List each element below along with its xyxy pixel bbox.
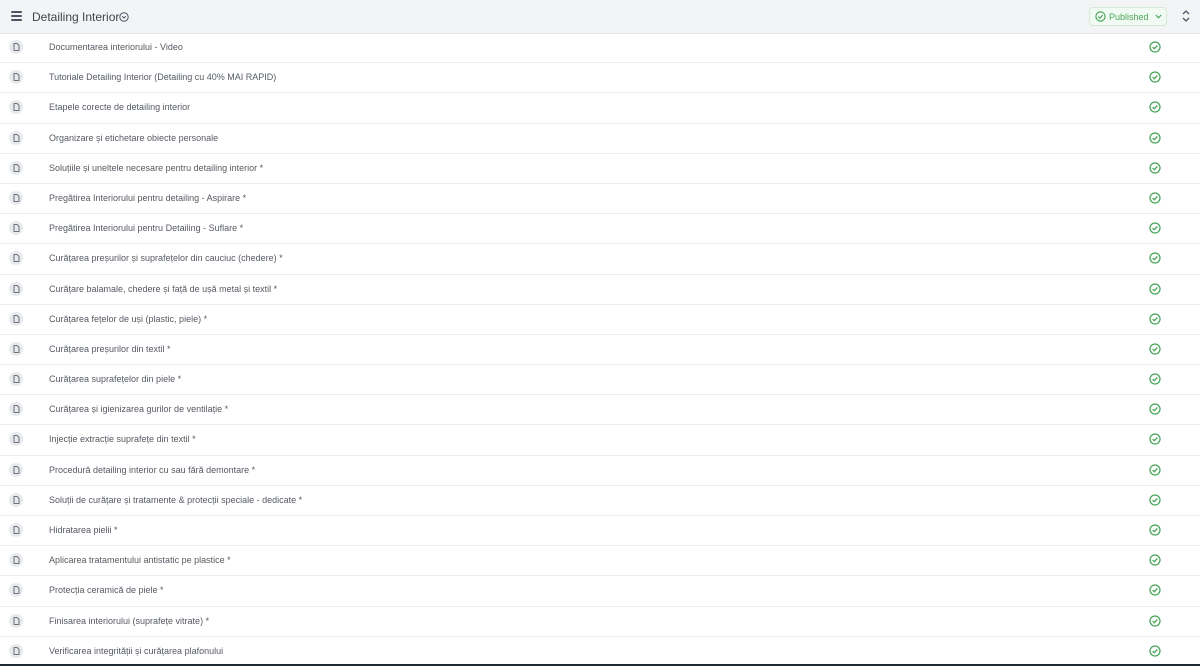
published-check-icon [1149,433,1161,446]
document-icon [9,583,23,598]
lesson-title: Hidratarea pielii * [49,525,118,535]
published-check-icon [1149,343,1161,355]
lesson-title: Etapele corecte de detailing interior [49,102,191,113]
lesson-row[interactable]: Pregătirea Interiorului pentru Detailing… [0,214,1200,245]
published-check-icon [1149,584,1161,597]
lesson-title: Documentarea interiorului - Video [49,42,183,52]
document-icon [9,70,23,85]
published-check-icon [1149,373,1161,385]
lesson-row[interactable]: Documentarea interiorului - Video [0,33,1200,64]
lesson-row[interactable]: Injecție extracție suprafețe din textil … [0,425,1200,456]
document-icon [9,130,23,145]
document-icon [9,160,23,175]
lesson-row[interactable]: Pregătirea Interiorului pentru detailing… [0,184,1200,215]
document-icon [9,40,23,54]
published-check-icon [1149,645,1161,657]
lesson-row[interactable]: Curățarea fețelor de uși (plastic, piele… [0,305,1200,335]
document-icon [9,190,23,205]
lesson-row[interactable]: Curățare balamale, chedere și față de uș… [0,275,1200,305]
check-circle-icon [1095,11,1106,22]
lesson-row[interactable]: Hidratarea pielii * [0,516,1200,547]
lesson-row[interactable]: Curățarea preșurilor și suprafețelor din… [0,244,1200,275]
lesson-row[interactable]: Aplicarea tratamentului antistatic pe pl… [0,546,1200,577]
lesson-list: Documentarea interiorului - Video Tutoria… [0,33,1200,666]
lesson-title: Finisarea interiorului (suprafețe vitrat… [49,615,210,626]
lesson-title: Curățarea fețelor de uși (plastic, piele… [49,313,208,324]
section-title[interactable]: Detailing Interior [32,10,119,24]
document-icon [9,492,23,507]
lesson-title: Organizare și etichetare obiecte persona… [49,132,219,143]
lesson-row[interactable]: Etapele corecte de detailing interior [0,93,1200,124]
lesson-title: Curățarea și igienizarea gurilor de vent… [49,404,229,415]
lesson-row[interactable]: Soluțiile și uneltele necesare pentru de… [0,154,1200,184]
lesson-title: Curățarea preșurilor și suprafețelor din… [49,253,283,264]
published-check-icon [1149,494,1161,506]
lesson-row[interactable]: Curățarea suprafețelor din piele * [0,365,1200,396]
lesson-title: Procedură detailing interior cu sau fără… [49,464,256,475]
lesson-title: Curățarea suprafețelor din piele * [49,374,182,385]
document-icon [9,523,23,537]
document-icon [9,402,23,417]
published-check-icon [1149,131,1161,144]
chevron-up-down-icon[interactable] [1182,9,1190,23]
lesson-title: Curățare balamale, chedere și față de uș… [49,283,278,294]
chevron-down-icon [1154,14,1162,19]
published-check-icon [1149,41,1161,53]
document-icon [9,553,23,568]
document-icon [9,281,23,296]
published-check-icon [1149,162,1161,174]
published-check-icon [1149,614,1161,627]
lesson-title: Soluțiile și uneltele necesare pentru de… [49,162,264,173]
document-icon [9,341,23,356]
lesson-title: Soluții de curățare și tratamente & prot… [49,494,303,505]
lesson-title: Tutoriale Detailing Interior (Detailing … [49,72,277,83]
lesson-title: Verificarea integrității și curățarea pl… [49,645,224,656]
lesson-row[interactable]: Curățarea preșurilor din textil * [0,335,1200,366]
lesson-row[interactable]: Organizare și etichetare obiecte persona… [0,124,1200,154]
published-check-icon [1149,101,1161,114]
document-icon [9,613,23,628]
circle-chevron-down-icon[interactable] [119,12,129,22]
lesson-row[interactable]: Tutoriale Detailing Interior (Detailing … [0,63,1200,94]
lesson-row[interactable]: Curățarea și igienizarea gurilor de vent… [0,395,1200,426]
published-check-icon [1149,282,1161,295]
document-icon [9,311,23,326]
lesson-row[interactable]: Soluții de curățare și tratamente & prot… [0,486,1200,516]
published-check-icon [1149,524,1161,536]
published-check-icon [1149,463,1161,476]
lesson-title: Protecția ceramică de piele * [49,585,164,596]
published-check-icon [1149,252,1161,264]
published-check-icon [1149,192,1161,204]
section-header: Detailing Interior Published [0,0,1200,34]
hamburger-menu-icon[interactable] [11,11,22,21]
status-label: Published [1109,11,1149,22]
lesson-row[interactable]: Procedură detailing interior cu sau fără… [0,456,1200,486]
published-check-icon [1149,222,1161,234]
published-check-icon [1149,71,1161,83]
document-icon [9,643,23,658]
document-icon [9,221,23,236]
lesson-row[interactable]: Protecția ceramică de piele * [0,576,1200,607]
lesson-title: Curățarea preșurilor din textil * [49,343,171,354]
lesson-title: Pregătirea Interiorului pentru Detailing… [49,223,244,234]
lesson-title: Aplicarea tratamentului antistatic pe pl… [49,555,231,566]
lesson-title: Injecție extracție suprafețe din textil … [49,434,196,445]
document-icon [9,100,23,115]
published-check-icon [1149,403,1161,415]
published-check-icon [1149,554,1161,566]
lesson-row[interactable]: Verificarea integrității și curățarea pl… [0,637,1200,666]
document-icon [9,251,23,266]
document-icon [9,462,23,477]
published-check-icon [1149,313,1161,325]
document-icon [9,372,23,387]
document-icon [9,432,23,447]
lesson-title: Pregătirea Interiorului pentru detailing… [49,192,247,203]
status-dropdown-button[interactable]: Published [1089,7,1167,26]
lesson-row[interactable]: Finisarea interiorului (suprafețe vitrat… [0,607,1200,637]
